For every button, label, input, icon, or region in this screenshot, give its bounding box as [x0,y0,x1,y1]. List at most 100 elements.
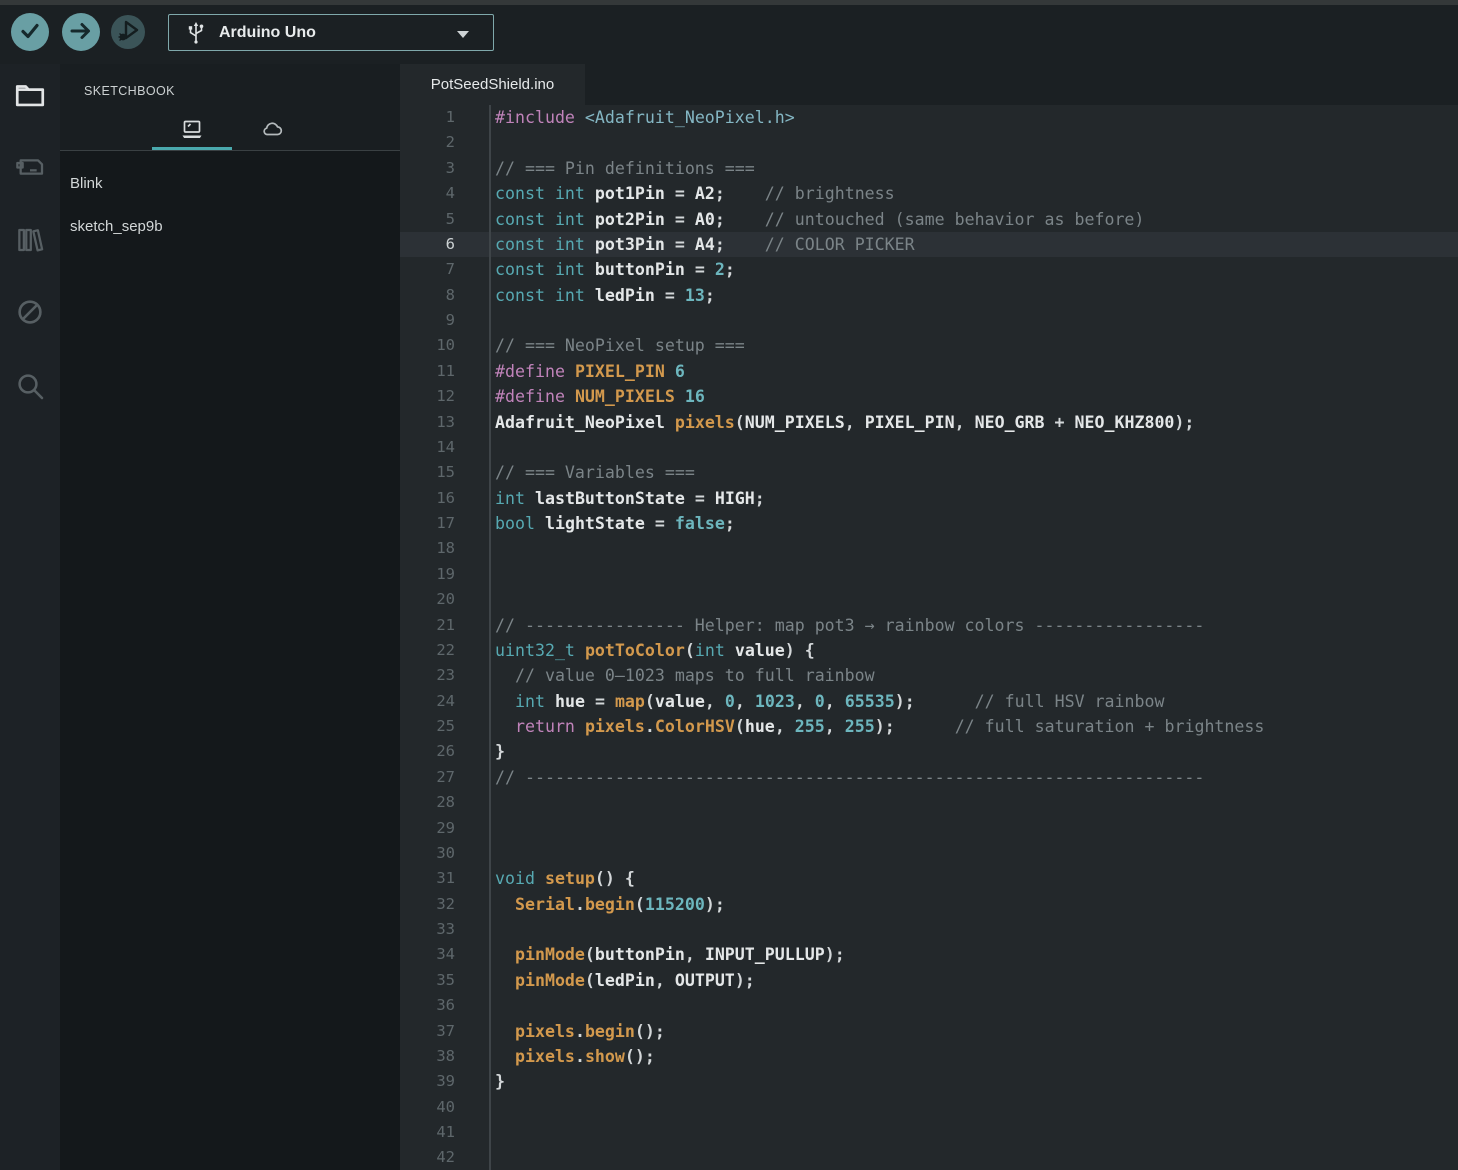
code-line[interactable]: 15// === Variables === [400,460,1458,485]
line-number: 28 [400,790,455,815]
sidebar-item-boards-manager[interactable] [0,151,60,224]
code-line[interactable]: 37 pixels.begin(); [400,1019,1458,1044]
sidebar-item-sketchbook[interactable] [0,78,60,151]
folder-icon [13,78,47,112]
line-number: 4 [400,181,455,206]
line-number: 25 [400,714,455,739]
verify-button[interactable] [11,13,49,51]
code-lines: 1#include <Adafruit_NeoPixel.h>23// === … [400,105,1458,1170]
code-line[interactable]: 2 [400,130,1458,155]
code-line[interactable]: 5const int pot2Pin = A0; // untouched (s… [400,207,1458,232]
line-number: 15 [400,460,455,485]
sketch-list-item[interactable]: Blink [60,162,400,205]
code-text: const int pot2Pin = A0; // untouched (sa… [455,207,1144,232]
tab-cloud-sketchbook[interactable] [232,112,312,150]
upload-button[interactable] [62,13,100,51]
code-line[interactable]: 25 return pixels.ColorHSV(hue, 255, 255)… [400,714,1458,739]
code-line[interactable]: 29 [400,816,1458,841]
code-line[interactable]: 4const int pot1Pin = A2; // brightness [400,181,1458,206]
code-text: pinMode(buttonPin, INPUT_PULLUP); [455,942,845,967]
line-number: 39 [400,1069,455,1094]
line-number: 18 [400,536,455,561]
code-line[interactable]: 42 [400,1145,1458,1170]
code-line[interactable]: 17bool lightState = false; [400,511,1458,536]
code-line[interactable]: 31void setup() { [400,866,1458,891]
code-line[interactable]: 41 [400,1120,1458,1145]
code-text: Adafruit_NeoPixel pixels(NUM_PIXELS, PIX… [455,410,1194,435]
code-line[interactable]: 13Adafruit_NeoPixel pixels(NUM_PIXELS, P… [400,410,1458,435]
code-line[interactable]: 30 [400,841,1458,866]
line-number: 33 [400,917,455,942]
library-books-icon [14,224,46,256]
code-line[interactable]: 9 [400,308,1458,333]
code-editor[interactable]: 1#include <Adafruit_NeoPixel.h>23// === … [400,105,1458,1170]
code-line[interactable]: 34 pinMode(buttonPin, INPUT_PULLUP); [400,942,1458,967]
code-text: const int pot1Pin = A2; // brightness [455,181,895,206]
code-text: pixels.begin(); [455,1019,665,1044]
line-number: 13 [400,410,455,435]
laptop-icon [180,117,204,146]
code-line[interactable]: 16int lastButtonState = HIGH; [400,486,1458,511]
tabs-divider [60,150,400,151]
code-line[interactable]: 28 [400,790,1458,815]
code-line[interactable]: 39} [400,1069,1458,1094]
line-number: 22 [400,638,455,663]
code-line[interactable]: 11#define PIXEL_PIN 6 [400,359,1458,384]
code-line[interactable]: 18 [400,536,1458,561]
line-number: 20 [400,587,455,612]
line-number: 8 [400,283,455,308]
code-line[interactable]: 33 [400,917,1458,942]
code-line[interactable]: 27// -----------------------------------… [400,765,1458,790]
debug-button[interactable] [111,15,145,49]
line-number: 6 [400,232,455,257]
sidebar-item-debug[interactable] [0,297,60,370]
code-text: #define NUM_PIXELS 16 [455,384,705,409]
line-number: 11 [400,359,455,384]
code-line[interactable]: 24 int hue = map(value, 0, 1023, 0, 6553… [400,689,1458,714]
code-line[interactable]: 36 [400,993,1458,1018]
code-line[interactable]: 1#include <Adafruit_NeoPixel.h> [400,105,1458,130]
sketch-list-item[interactable]: sketch_sep9b [60,205,400,248]
code-line[interactable]: 6const int pot3Pin = A4; // COLOR PICKER [400,232,1458,257]
sketchbook-tabs [152,112,312,150]
code-text: pinMode(ledPin, OUTPUT); [455,968,755,993]
code-text: int hue = map(value, 0, 1023, 0, 65535);… [455,689,1165,714]
code-line[interactable]: 21// ---------------- Helper: map pot3 →… [400,613,1458,638]
line-number: 17 [400,511,455,536]
code-text: // ---------------- Helper: map pot3 → r… [455,613,1204,638]
code-line[interactable]: 10// === NeoPixel setup === [400,333,1458,358]
code-line[interactable]: 23 // value 0–1023 maps to full rainbow [400,663,1458,688]
editor-tab-bar: PotSeedShield.ino [400,64,1458,105]
line-number: 16 [400,486,455,511]
board-selector-label: Arduino Uno [219,24,316,42]
code-line[interactable]: 32 Serial.begin(115200); [400,892,1458,917]
sidebar-item-library-manager[interactable] [0,224,60,297]
code-line[interactable]: 14 [400,435,1458,460]
code-line[interactable]: 35 pinMode(ledPin, OUTPUT); [400,968,1458,993]
sketch-list: Blink sketch_sep9b [60,150,400,248]
code-line[interactable]: 8const int ledPin = 13; [400,283,1458,308]
code-line[interactable]: 19 [400,562,1458,587]
search-icon [14,370,46,402]
code-line[interactable]: 38 pixels.show(); [400,1044,1458,1069]
editor: PotSeedShield.ino 1#include <Adafruit_Ne… [400,64,1458,1170]
code-text: pixels.show(); [455,1044,655,1069]
code-line[interactable]: 40 [400,1095,1458,1120]
line-number: 35 [400,968,455,993]
code-line[interactable]: 20 [400,587,1458,612]
line-number: 12 [400,384,455,409]
tab-local-sketchbook[interactable] [152,112,232,150]
code-line[interactable]: 3// === Pin definitions === [400,156,1458,181]
code-line[interactable]: 7const int buttonPin = 2; [400,257,1458,282]
sketchbook-title: SKETCHBOOK [60,64,400,98]
board-selector[interactable]: Arduino Uno [168,14,494,51]
code-text: Serial.begin(115200); [455,892,725,917]
code-line[interactable]: 22uint32_t potToColor(int value) { [400,638,1458,663]
code-line[interactable]: 12#define NUM_PIXELS 16 [400,384,1458,409]
sidebar-item-search[interactable] [0,370,60,443]
code-line[interactable]: 26} [400,739,1458,764]
code-text: // === Pin definitions === [455,156,755,181]
code-text: // -------------------------------------… [455,765,1204,790]
editor-tab[interactable]: PotSeedShield.ino [400,64,585,105]
line-number: 36 [400,993,455,1018]
